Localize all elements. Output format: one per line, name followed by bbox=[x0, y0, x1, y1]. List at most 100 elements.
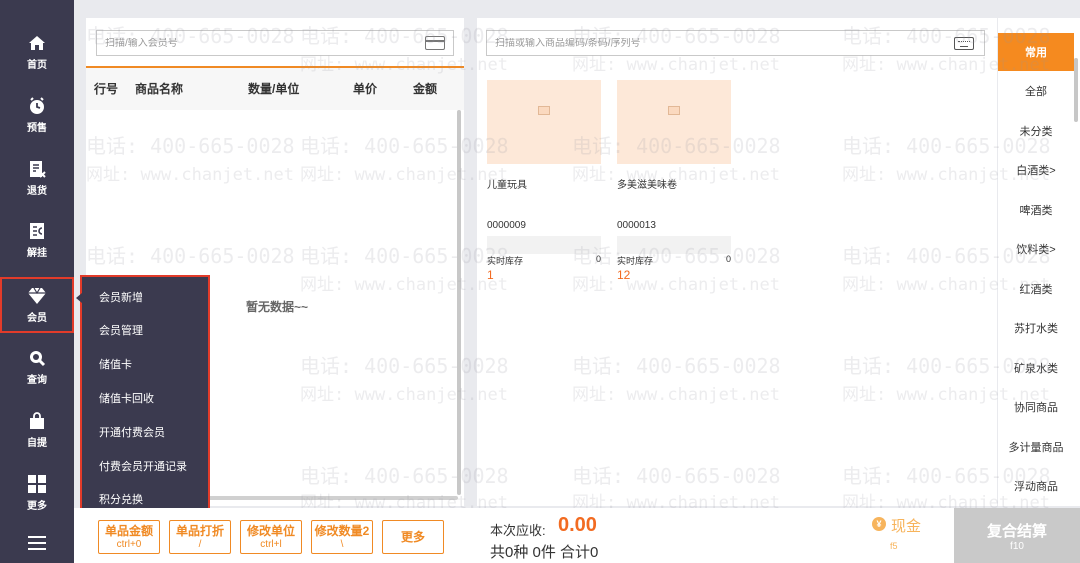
item-amount-button[interactable]: 单品金额 ctrl+0 bbox=[98, 520, 160, 554]
button-shortcut: ctrl+l bbox=[260, 538, 282, 550]
nav-label: 预售 bbox=[27, 123, 47, 134]
bottom-bar: 单品金额 ctrl+0 单品打折 / 修改单位 ctrl+l 修改数量2 \ 更… bbox=[74, 508, 1080, 563]
return-doc-icon bbox=[27, 159, 47, 179]
change-unit-button[interactable]: 修改单位 ctrl+l bbox=[240, 520, 302, 554]
change-qty-button[interactable]: 修改数量2 \ bbox=[311, 520, 373, 554]
product-card[interactable]: 多美滋美味卷 0000013 实时库存 0 12 bbox=[617, 80, 731, 282]
image-placeholder-icon bbox=[538, 106, 550, 115]
composite-checkout-button[interactable]: 复合结算 f10 bbox=[954, 508, 1080, 563]
product-bar bbox=[487, 236, 601, 254]
stock-label: 实时库存 bbox=[617, 256, 654, 266]
category-uncategorized[interactable]: 未分类 bbox=[998, 112, 1074, 150]
cart-table-header: 行号 商品名称 数量/单位 单价 金额 bbox=[86, 80, 464, 100]
button-label: 单品金额 bbox=[104, 523, 153, 538]
category-wine[interactable]: 红酒类 bbox=[998, 270, 1074, 308]
cash-button[interactable]: ¥ 现金 f5 bbox=[870, 514, 930, 554]
order-summary: 共0种 0件 合计0 bbox=[490, 544, 599, 561]
hamburger-icon[interactable] bbox=[28, 536, 46, 550]
category-mineral-water[interactable]: 矿泉水类 bbox=[998, 349, 1074, 387]
caret-left-icon bbox=[76, 293, 82, 303]
product-name: 儿童玩具 bbox=[487, 180, 527, 191]
product-code: 0000013 bbox=[617, 220, 656, 231]
menu-paid-member-open[interactable]: 开通付费会员 bbox=[99, 424, 165, 440]
menu-points-exchange[interactable]: 积分兑换 bbox=[99, 491, 143, 507]
col-qty-unit: 数量/单位 bbox=[248, 82, 300, 96]
category-all[interactable]: 全部 bbox=[998, 72, 1074, 110]
item-discount-button[interactable]: 单品打折 / bbox=[169, 520, 231, 554]
amount-due-label: 本次应收: bbox=[490, 523, 546, 538]
category-scrollbar[interactable] bbox=[1074, 58, 1078, 122]
nav-label: 自提 bbox=[27, 438, 47, 449]
button-label: 更多 bbox=[400, 530, 425, 544]
button-shortcut: ctrl+0 bbox=[116, 538, 142, 550]
stock-value: 12 bbox=[617, 268, 631, 282]
menu-paid-member-records[interactable]: 付费会员开通记录 bbox=[99, 458, 187, 474]
product-search-box[interactable] bbox=[486, 30, 985, 56]
left-nav: 首页 预售 退货 解挂 会员 查询 自提 更多 bbox=[0, 0, 74, 563]
member-search-box[interactable] bbox=[96, 30, 454, 56]
member-search-input[interactable] bbox=[105, 37, 405, 49]
product-bar bbox=[617, 236, 731, 254]
button-label: 修改单位 bbox=[246, 523, 295, 538]
category-collab[interactable]: 协同商品 bbox=[998, 388, 1074, 426]
grid-icon bbox=[27, 474, 47, 494]
keyboard-icon[interactable] bbox=[954, 37, 974, 50]
col-price: 单价 bbox=[353, 82, 378, 96]
nav-pickup[interactable]: 自提 bbox=[0, 402, 74, 458]
button-label: 单品打折 bbox=[175, 523, 224, 538]
stock-zero: 0 bbox=[725, 254, 731, 264]
nav-home[interactable]: 首页 bbox=[0, 24, 74, 80]
menu-member-manage[interactable]: 会员管理 bbox=[99, 322, 143, 338]
stock-label: 实时库存 bbox=[487, 256, 524, 266]
search-icon bbox=[27, 348, 47, 368]
nav-label: 查询 bbox=[27, 375, 47, 386]
more-button[interactable]: 更多 bbox=[382, 520, 444, 554]
category-multi-unit[interactable]: 多计量商品 bbox=[998, 428, 1074, 466]
category-baijiu[interactable]: 白酒类> bbox=[998, 151, 1074, 189]
product-image bbox=[617, 80, 731, 164]
nav-member[interactable]: 会员 bbox=[0, 277, 74, 333]
button-label: 修改数量2 bbox=[314, 523, 370, 538]
category-beer[interactable]: 啤酒类 bbox=[998, 191, 1074, 229]
category-common[interactable]: 常用 bbox=[998, 33, 1074, 71]
category-soda[interactable]: 苏打水类 bbox=[998, 309, 1074, 347]
member-submenu: 会员新增 会员管理 储值卡 储值卡回收 开通付费会员 付费会员开通记录 积分兑换 bbox=[76, 275, 210, 521]
category-drinks[interactable]: 饮料类> bbox=[998, 230, 1074, 268]
amount-due-value: 0.00 bbox=[558, 514, 597, 536]
col-amount: 金额 bbox=[413, 82, 438, 96]
checkout-shortcut: f10 bbox=[1010, 540, 1024, 552]
menu-member-add[interactable]: 会员新增 bbox=[99, 289, 143, 305]
cash-shortcut: f5 bbox=[890, 541, 898, 551]
cart-scrollbar-vertical[interactable] bbox=[457, 110, 461, 495]
nav-label: 更多 bbox=[27, 501, 47, 512]
image-placeholder-icon bbox=[668, 106, 680, 115]
nav-presale[interactable]: 预售 bbox=[0, 87, 74, 143]
product-name: 多美滋美味卷 bbox=[617, 180, 677, 191]
button-shortcut: / bbox=[198, 538, 202, 550]
col-row-no: 行号 bbox=[94, 82, 119, 96]
coin-icon: ¥ bbox=[872, 517, 886, 531]
empty-cart-text: 暂无数据~~ bbox=[246, 300, 309, 314]
product-image bbox=[487, 80, 601, 164]
nav-query[interactable]: 查询 bbox=[0, 339, 74, 395]
home-icon bbox=[27, 33, 47, 53]
nav-unhold[interactable]: 解挂 bbox=[0, 212, 74, 268]
menu-stored-value-card[interactable]: 储值卡 bbox=[99, 356, 132, 372]
product-search-input[interactable] bbox=[495, 37, 935, 49]
card-icon[interactable] bbox=[425, 36, 445, 50]
clock-icon bbox=[27, 96, 47, 116]
product-panel: 儿童玩具 0000009 实时库存 0 1 多美滋美味卷 0000013 实时库… bbox=[477, 18, 997, 506]
product-card[interactable]: 儿童玩具 0000009 实时库存 0 1 bbox=[487, 80, 601, 282]
stock-value: 1 bbox=[487, 268, 494, 282]
diamond-icon bbox=[27, 286, 47, 306]
button-shortcut: \ bbox=[340, 538, 344, 550]
nav-more[interactable]: 更多 bbox=[0, 465, 74, 521]
nav-label: 退货 bbox=[27, 186, 47, 197]
category-floating[interactable]: 浮动商品 bbox=[998, 467, 1074, 505]
cash-label: 现金 bbox=[891, 518, 922, 535]
nav-label: 会员 bbox=[27, 313, 47, 324]
col-name: 商品名称 bbox=[135, 82, 184, 96]
menu-stored-value-recycle[interactable]: 储值卡回收 bbox=[99, 390, 154, 406]
nav-return[interactable]: 退货 bbox=[0, 150, 74, 206]
product-code: 0000009 bbox=[487, 220, 526, 231]
